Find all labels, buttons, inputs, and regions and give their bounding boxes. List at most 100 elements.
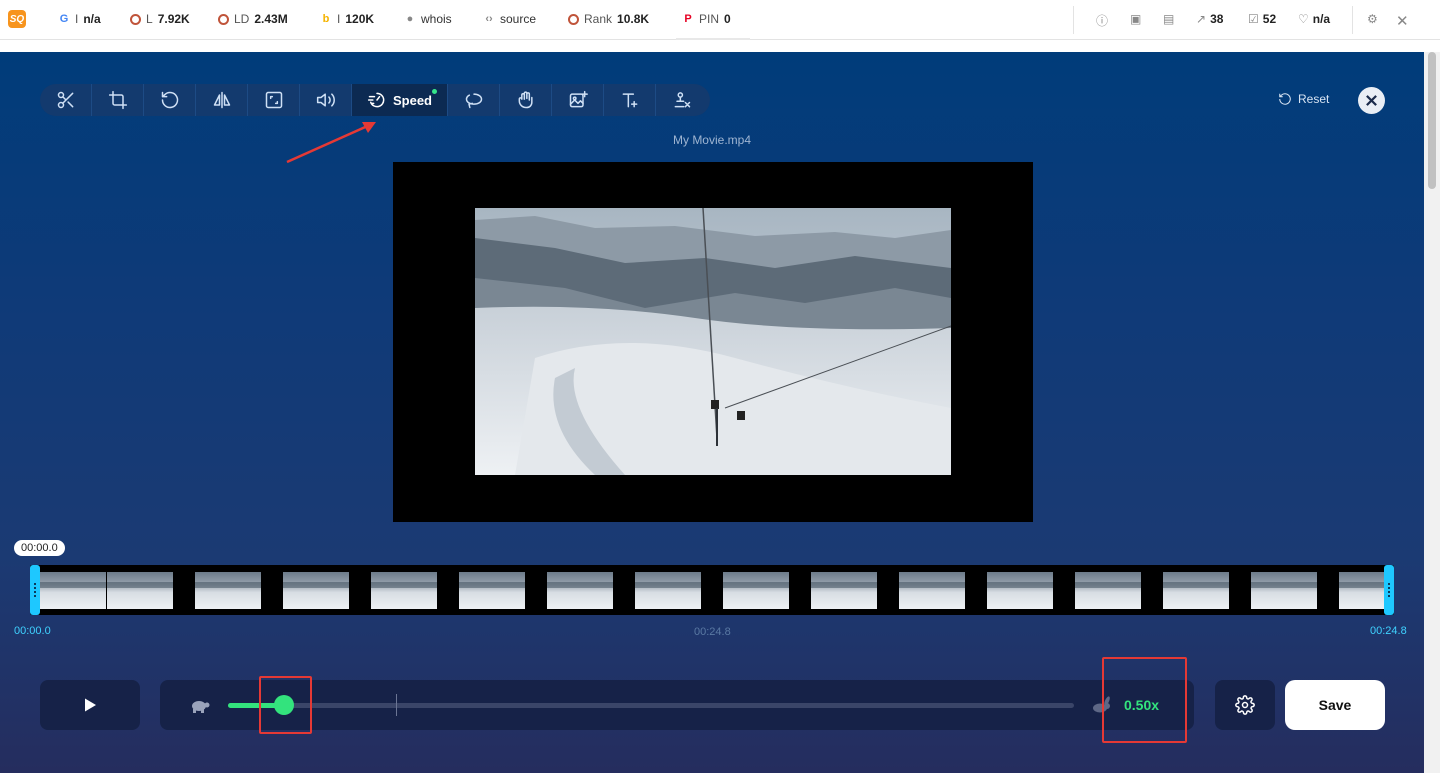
settings-gear-icon[interactable]: ⚙ <box>1367 12 1378 26</box>
person-icon: ● <box>406 13 414 25</box>
speed-tool[interactable]: Speed <box>352 84 448 116</box>
thumbnail-frame <box>283 572 349 609</box>
add-text-tool[interactable] <box>604 84 656 116</box>
gear-icon <box>1235 695 1255 715</box>
resize-tool[interactable] <box>248 84 300 116</box>
thumbnail-frame <box>811 572 877 609</box>
speed-tool-label: Speed <box>392 92 432 108</box>
close-icon[interactable]: ✕ <box>1396 12 1409 30</box>
undo-icon <box>1279 93 1291 105</box>
reset-button[interactable]: Reset <box>1278 92 1329 106</box>
volume-tool[interactable] <box>300 84 352 116</box>
trim-start-handle[interactable] <box>30 565 40 615</box>
source-item[interactable]: ‹› source <box>483 12 536 26</box>
diagnosis-item[interactable]: ♡ n/a <box>1298 12 1330 26</box>
pinterest-icon: P <box>684 13 692 25</box>
flip-tool[interactable] <box>196 84 248 116</box>
thumbnail-frame <box>1075 572 1141 609</box>
semrush-icon <box>568 13 579 25</box>
reset-label: Reset <box>1298 92 1330 106</box>
thumbnail-frame <box>459 572 525 609</box>
thumbnail-frame <box>899 572 965 609</box>
crop-icon <box>108 90 127 110</box>
editor-toolbar: Speed <box>40 84 710 116</box>
info-icon[interactable]: ⓘ <box>1096 12 1108 29</box>
code-icon: ‹› <box>485 13 493 25</box>
remove-watermark-tool[interactable] <box>656 84 708 116</box>
seoquake-logo-icon[interactable]: SQ <box>8 10 26 28</box>
video-editor: Speed Reset My Movie.mp4 00:00.0 00:00.0… <box>0 52 1424 773</box>
annotation-arrow <box>286 122 376 164</box>
external-links-item[interactable]: ↗ 38 <box>1196 12 1223 26</box>
loop-tool[interactable] <box>448 84 500 116</box>
rotate-icon <box>161 91 178 109</box>
google-index-item[interactable]: G In/a <box>58 12 101 26</box>
whois-item[interactable]: ● whois <box>404 12 452 26</box>
playhead-time: 00:00.0 <box>14 540 65 556</box>
stabilize-icon <box>518 91 533 109</box>
close-icon <box>1366 95 1377 106</box>
video-preview[interactable] <box>393 162 1033 522</box>
play-button[interactable] <box>40 680 140 730</box>
thumbnail-frame <box>1163 572 1229 609</box>
thumbnail-frame <box>547 572 613 609</box>
image-icon <box>569 90 588 108</box>
scissors-icon <box>57 91 73 109</box>
compare-icon[interactable]: ▤ <box>1163 12 1174 26</box>
close-editor-button[interactable] <box>1358 87 1385 114</box>
bing-icon: b <box>322 13 330 25</box>
seo-toolbar: SQ G In/a L 7.92K LD 2.43M b I 120K ● whois… <box>0 0 1440 40</box>
divider <box>1352 6 1353 34</box>
save-button[interactable]: Save <box>1285 680 1385 730</box>
mountain-scene <box>475 208 951 475</box>
thumbnail-frame <box>723 572 789 609</box>
density-icon[interactable]: ▣ <box>1130 12 1141 26</box>
timeline-end-time: 00:24.8 <box>1370 625 1407 637</box>
stabilize-tool[interactable] <box>500 84 552 116</box>
loop-icon <box>465 93 482 109</box>
volume-icon <box>316 93 335 107</box>
google-icon: G <box>59 13 69 25</box>
tab-underline <box>676 38 750 40</box>
pinterest-item[interactable]: P PIN 0 <box>682 12 730 26</box>
trim-end-handle[interactable] <box>1384 565 1394 615</box>
settings-button[interactable] <box>1215 680 1275 730</box>
thumbnail-frame <box>195 572 261 609</box>
text-icon <box>622 93 637 108</box>
external-link-icon: ↗ <box>1196 12 1207 26</box>
timeline-start-time: 00:00.0 <box>14 625 51 637</box>
page-scrollbar[interactable] <box>1424 52 1440 773</box>
flip-icon <box>213 91 230 109</box>
thumbnail-frame <box>40 572 106 609</box>
timeline-mid-time: 00:24.8 <box>694 626 731 638</box>
bing-index-item[interactable]: b I 120K <box>320 12 374 26</box>
scrollbar-thumb[interactable] <box>1428 52 1436 189</box>
thumbnail-frame <box>1339 572 1384 609</box>
links-item[interactable]: L 7.92K <box>130 12 190 26</box>
file-name: My Movie.mp4 <box>672 133 752 147</box>
resize-icon <box>265 91 282 109</box>
speed-icon <box>367 92 385 108</box>
thumbnail-frame <box>1251 572 1317 609</box>
semrush-icon <box>218 13 229 25</box>
thumbnail-frame <box>107 572 173 609</box>
crop-tool[interactable] <box>92 84 144 116</box>
watermark-remove-icon <box>674 92 691 108</box>
thumbnail-frame <box>635 572 701 609</box>
turtle-icon <box>192 701 210 713</box>
divider <box>1073 6 1074 34</box>
speed-control-panel: 0.50x <box>160 680 1194 730</box>
rotate-tool[interactable] <box>144 84 196 116</box>
linking-domains-item[interactable]: LD 2.43M <box>218 12 288 26</box>
annotation-box-speed-value <box>1102 657 1187 743</box>
annotation-box-slider <box>259 676 312 734</box>
internal-links-item[interactable]: ☑ 52 <box>1248 12 1276 26</box>
trim-tool[interactable] <box>40 84 92 116</box>
active-dot <box>432 89 437 94</box>
normal-speed-marker <box>396 694 397 716</box>
timeline-strip[interactable] <box>30 565 1394 615</box>
rank-item[interactable]: Rank 10.8K <box>568 12 649 26</box>
add-image-tool[interactable] <box>552 84 604 116</box>
thumbnail-frame <box>371 572 437 609</box>
speed-slider[interactable] <box>228 703 1074 708</box>
